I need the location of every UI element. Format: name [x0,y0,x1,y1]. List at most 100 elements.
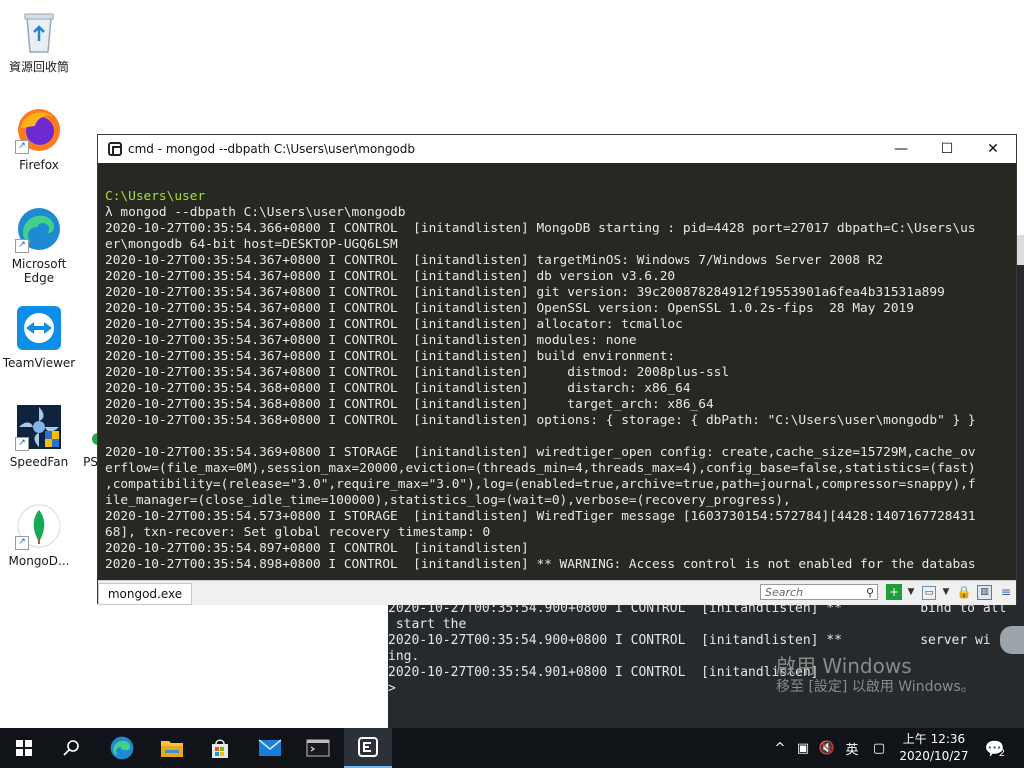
window-list-icon[interactable]: ▭ [922,586,936,600]
desktop-icon-speedfan[interactable]: ↗ SpeedFan [1,403,77,469]
background-console-scrollbar[interactable] [1016,235,1024,265]
console-line: 2020-10-27T00:35:54.367+0800 I CONTROL [… [105,333,637,348]
prompt-command: λ mongod --dbpath C:\Users\user\mongodb [105,205,406,220]
search-placeholder: Search [765,586,804,599]
windows-logo-icon [16,740,32,756]
search-input[interactable]: Search ⚲ [760,584,878,600]
console-line: start the [388,617,467,632]
console-line: 2020-10-27T00:35:54.573+0800 I STORAGE [… [105,509,976,524]
folder-icon [161,741,183,757]
edge-icon [110,736,134,760]
volume-muted-icon[interactable]: 🔇 [816,728,838,768]
terminal-icon [306,739,330,757]
console-line: 2020-10-27T00:35:54.367+0800 I CONTROL [… [105,269,676,284]
prompt-path: C:\Users\user [105,189,206,204]
network-icon[interactable]: ▣ [792,728,814,768]
console-line: 2020-10-27T00:35:54.368+0800 I CONTROL [… [105,381,691,396]
shortcut-arrow-icon: ↗ [15,437,29,451]
teamviewer-icon [15,304,63,352]
console-line: 2020-10-27T00:35:54.367+0800 I CONTROL [… [105,301,914,316]
desktop-icon-firefox[interactable]: ↗ Firefox [1,106,77,172]
taskbar-file-explorer[interactable] [148,728,196,768]
start-button[interactable] [0,728,48,768]
console-line: 2020-10-27T00:35:54.367+0800 I CONTROL [… [105,317,683,332]
console-line: ing. [388,649,420,664]
ps-icon [70,403,100,451]
desktop-icon-label: Microsoft Edge [11,257,67,285]
firefox-icon: ↗ [15,106,63,154]
console-line: 2020-10-27T00:35:54.367+0800 I CONTROL [… [105,285,945,300]
window-title: cmd - mongod --dbpath C:\Users\user\mong… [128,142,416,156]
clock-time: 上午 12:36 [902,732,966,746]
desktop-icon-label: TeamViewer [2,356,76,370]
shortcut-arrow-icon: ↗ [15,536,29,550]
ime-mode-icon[interactable]: ▢ [868,728,890,768]
console-line: 2020-10-27T00:35:54.367+0800 I CONTROL [… [105,349,676,364]
cmd-window[interactable]: cmd - mongod --dbpath C:\Users\user\mong… [97,134,1017,605]
taskbar-cmder[interactable] [344,728,392,768]
recycle-bin-icon [15,8,63,56]
activate-windows-subtitle: 移至 [設定] 以啟用 Windows。 [776,679,975,695]
window-titlebar[interactable]: cmd - mongod --dbpath C:\Users\user\mong… [98,135,1016,163]
activate-windows-title: 啟用 Windows [776,654,912,678]
console-line: 2020-10-27T00:35:54.368+0800 I CONTROL [… [105,413,976,428]
tab-mongod[interactable]: mongod.exe [98,583,192,605]
panel-view-icon[interactable]: ▥ [977,585,992,600]
menu-icon[interactable]: ≡ [998,584,1014,600]
console-line: 2020-10-27T00:35:54.367+0800 I CONTROL [… [105,365,730,380]
cmder-app-icon [108,142,122,156]
console-line: ile_manager=(close_idle_time=100000),sta… [105,493,791,508]
console-line: 2020-10-27T00:35:54.369+0800 I STORAGE [… [105,445,976,460]
input-method-indicator[interactable]: 英 [840,728,864,768]
console-output[interactable]: C:\Users\user λ mongod --dbpath C:\Users\… [98,163,1016,577]
notification-count: 2 [998,747,1006,759]
console-line: 2020-10-27T00:35:54.900+0800 I CONTROL [… [388,633,991,648]
mongodb-icon: ↗ [15,502,63,550]
minimize-button[interactable]: — [878,135,924,163]
show-hidden-icons-button[interactable]: ^ [770,728,790,768]
close-button[interactable]: ✕ [970,135,1016,163]
store-bag-icon [212,739,228,758]
speedfan-icon: ↗ [15,403,63,451]
taskbar-store[interactable] [196,728,244,768]
system-clock[interactable]: 上午 12:36 2020/10/27 [892,731,976,765]
new-tab-dropdown-icon[interactable]: ▼ [903,584,919,600]
desktop-icon-label: SpeedFan [9,455,69,469]
mail-icon [258,739,282,756]
desktop: 資源回收筒 ↗ Firefox ↗ Microsoft Edge TeamVie… [0,0,1024,728]
console-tabbar: mongod.exe Search ⚲ + ▼ ▭ ▼ 🔒 ▥ ≡ [98,580,1016,605]
desktop-icon-ps[interactable]: PS [70,403,100,469]
action-center-button[interactable]: 💬 2 [980,728,1010,768]
desktop-icon-teamviewer[interactable]: TeamViewer [1,304,77,370]
taskbar-edge[interactable] [98,728,146,768]
desktop-icon-label: PS [83,455,98,469]
new-tab-icon[interactable]: + [886,584,902,600]
search-button[interactable] [48,728,96,768]
taskbar: ^ ▣ 🔇 英 ▢ 上午 12:36 2020/10/27 💬 2 [0,728,1024,768]
maximize-button[interactable]: ☐ [924,135,970,163]
console-line: 68], txn-recover: Set global recovery ti… [105,525,491,540]
desktop-icon-label: Firefox [19,158,59,172]
desktop-icon-label: MongoD... [8,554,70,568]
taskbar-mail[interactable] [246,728,294,768]
console-line: 2020-10-27T00:35:54.368+0800 I CONTROL [… [105,397,714,412]
shortcut-arrow-icon: ↗ [15,140,29,154]
console-line: erflow=(file_max=0M),session_max=20000,e… [105,461,976,476]
console-line: 2020-10-27T00:35:54.366+0800 I CONTROL [… [105,221,976,236]
console-line: 2020-10-27T00:35:54.898+0800 I CONTROL [… [105,557,976,572]
lock-icon[interactable]: 🔒 [956,584,972,600]
console-line: 2020-10-27T00:35:54.367+0800 I CONTROL [… [105,253,884,268]
search-icon: ⚲ [865,586,874,599]
cmder-icon [358,737,378,757]
console-line: er\mongodb 64-bit host=DESKTOP-UGQ6LSM [105,237,398,252]
clock-date: 2020/10/27 [899,749,969,763]
desktop-icon-edge[interactable]: ↗ Microsoft Edge [1,205,77,285]
console-line: 2020-10-27T00:35:54.897+0800 I CONTROL [… [105,541,529,556]
window-list-dropdown-icon[interactable]: ▼ [938,584,954,600]
teamviewer-side-badge-icon[interactable] [1000,626,1024,654]
taskbar-cmd[interactable] [294,728,342,768]
desktop-icon-recycle-bin[interactable]: 資源回收筒 [1,8,77,74]
edge-icon: ↗ [15,205,63,253]
desktop-icon-mongodb[interactable]: ↗ MongoD... [1,502,77,568]
